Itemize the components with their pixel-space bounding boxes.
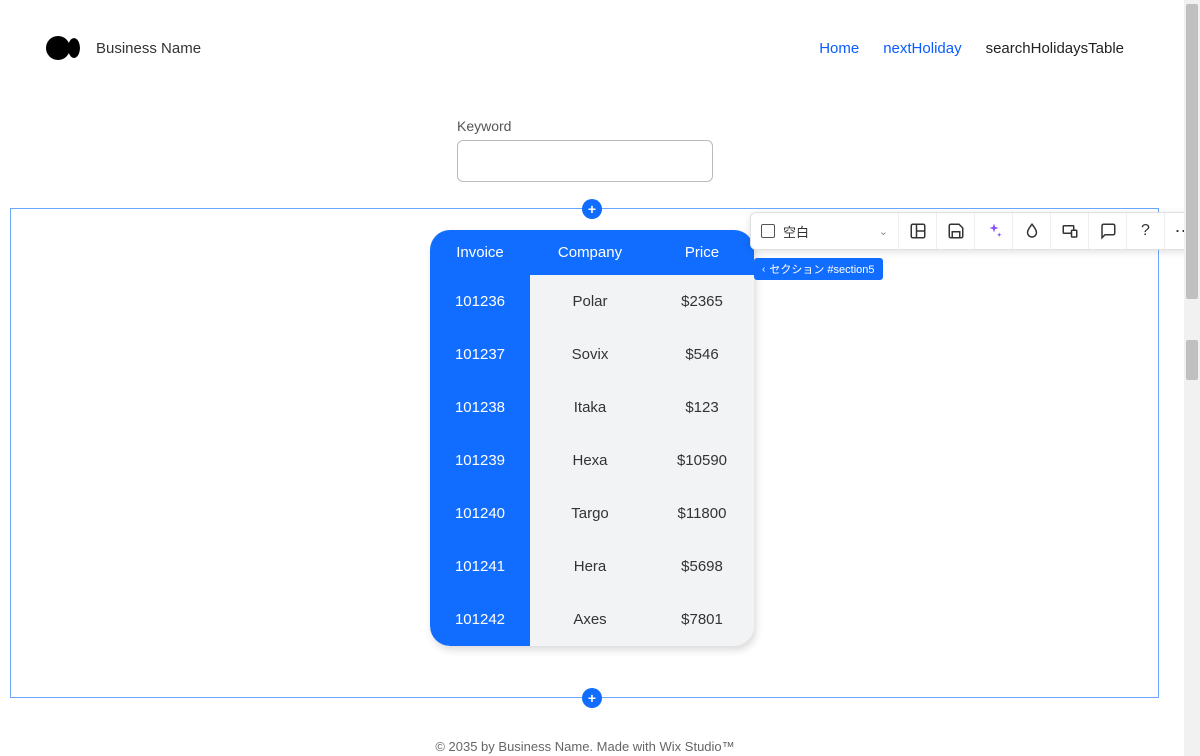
footer: © 2035 by Business Name. Made with Wix S… — [10, 739, 1160, 756]
cell-price: $7801 — [650, 593, 754, 646]
data-table[interactable]: Invoice Company Price 101236Polar$236510… — [430, 230, 754, 646]
cell-company: Hexa — [530, 434, 650, 487]
add-section-bottom-button[interactable]: + — [582, 688, 602, 708]
cell-invoice: 101242 — [430, 593, 530, 646]
brand-name: Business Name — [96, 40, 201, 57]
section-tag-label: セクション #section5 — [769, 261, 874, 277]
table-row[interactable]: 101239Hexa$10590 — [430, 434, 754, 487]
nav-link-home[interactable]: Home — [819, 40, 859, 57]
nav-link-nextholiday[interactable]: nextHoliday — [883, 40, 961, 57]
scrollbar-track[interactable] — [1184, 0, 1200, 756]
cell-company: Polar — [530, 275, 650, 328]
scrollbar-thumb[interactable] — [1186, 4, 1198, 299]
table-row[interactable]: 101242Axes$7801 — [430, 593, 754, 646]
plus-icon: + — [588, 201, 596, 217]
cell-company: Axes — [530, 593, 650, 646]
toolbar-help-button[interactable]: ? — [1127, 213, 1165, 249]
th-invoice: Invoice — [430, 230, 530, 275]
toolbar-save-button[interactable] — [937, 213, 975, 249]
logo-icon — [46, 34, 84, 62]
cell-price: $546 — [650, 328, 754, 381]
toolbar-ai-button[interactable] — [975, 213, 1013, 249]
add-section-top-button[interactable]: + — [582, 199, 602, 219]
cell-invoice: 101240 — [430, 487, 530, 540]
cell-company: Targo — [530, 487, 650, 540]
chevron-down-icon: ⌄ — [879, 225, 888, 238]
cell-invoice: 101241 — [430, 540, 530, 593]
nav: Home nextHoliday searchHolidaysTable — [819, 40, 1124, 57]
th-price: Price — [650, 230, 754, 275]
cell-price: $10590 — [650, 434, 754, 487]
chevron-left-icon: ‹ — [762, 264, 765, 275]
layout-icon — [909, 222, 927, 240]
cell-price: $5698 — [650, 540, 754, 593]
plus-icon: + — [588, 690, 596, 706]
nav-link-searchholidaystable[interactable]: searchHolidaysTable — [986, 40, 1124, 57]
toolbar-element-select[interactable]: 空白 ⌄ — [751, 213, 899, 249]
keyword-block: Keyword — [457, 118, 713, 182]
toolbar-drop-button[interactable] — [1013, 213, 1051, 249]
sparkle-icon — [985, 222, 1003, 240]
table-row[interactable]: 101238Itaka$123 — [430, 381, 754, 434]
table-row[interactable]: 101236Polar$2365 — [430, 275, 754, 328]
help-icon: ? — [1141, 222, 1150, 240]
scrollbar-thumb[interactable] — [1186, 340, 1198, 380]
section-tag[interactable]: ‹ セクション #section5 — [754, 258, 883, 280]
responsive-icon — [1061, 222, 1079, 240]
save-icon — [947, 222, 965, 240]
cell-price: $2365 — [650, 275, 754, 328]
footer-text: © 2035 by Business Name. Made with Wix S… — [435, 739, 734, 754]
toolbar-responsive-button[interactable] — [1051, 213, 1089, 249]
drop-icon — [1023, 222, 1041, 240]
brand: Business Name — [46, 34, 201, 62]
toolbar-comment-button[interactable] — [1089, 213, 1127, 249]
cell-invoice: 101238 — [430, 381, 530, 434]
table-row[interactable]: 101241Hera$5698 — [430, 540, 754, 593]
section-toolbar: 空白 ⌄ ? ⋯ — [750, 212, 1200, 250]
comment-icon — [1099, 222, 1117, 240]
site-header: Business Name Home nextHoliday searchHol… — [10, 0, 1160, 62]
keyword-input[interactable] — [457, 140, 713, 182]
table-row[interactable]: 101237Sovix$546 — [430, 328, 754, 381]
page: Business Name Home nextHoliday searchHol… — [10, 0, 1160, 756]
cell-company: Hera — [530, 540, 650, 593]
cell-company: Sovix — [530, 328, 650, 381]
toolbar-layout-button[interactable] — [899, 213, 937, 249]
cell-company: Itaka — [530, 381, 650, 434]
cell-invoice: 101237 — [430, 328, 530, 381]
table-header-row: Invoice Company Price — [430, 230, 754, 275]
cell-price: $123 — [650, 381, 754, 434]
th-company: Company — [530, 230, 650, 275]
cell-price: $11800 — [650, 487, 754, 540]
cell-invoice: 101239 — [430, 434, 530, 487]
table-row[interactable]: 101240Targo$11800 — [430, 487, 754, 540]
square-outline-icon — [761, 224, 775, 238]
keyword-label: Keyword — [457, 118, 713, 134]
cell-invoice: 101236 — [430, 275, 530, 328]
toolbar-select-label: 空白 — [783, 222, 809, 241]
